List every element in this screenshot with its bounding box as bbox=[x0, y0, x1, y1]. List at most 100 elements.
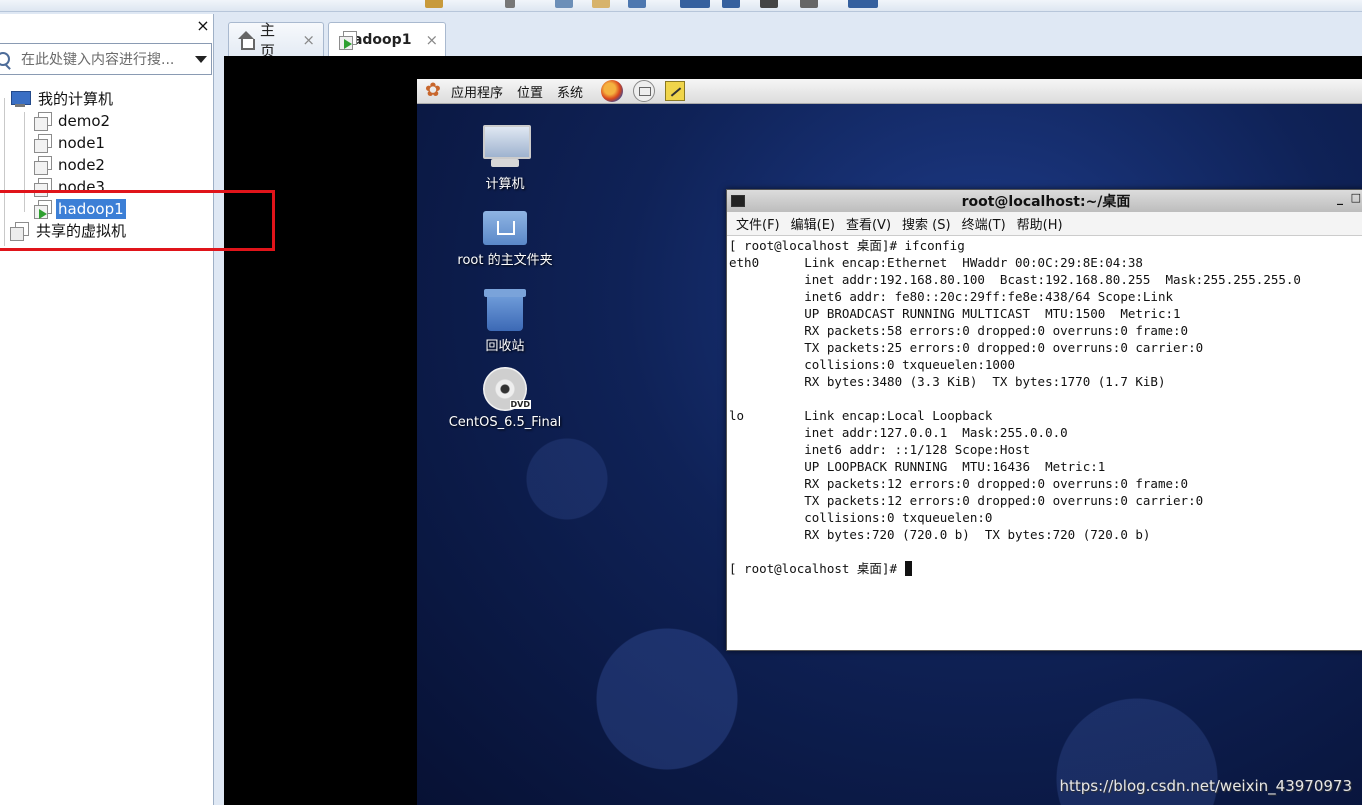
terminal-menu-search[interactable]: 搜索 (S) bbox=[902, 214, 951, 233]
play-icon bbox=[344, 39, 352, 49]
terminal-menubar: 文件(F) 编辑(E) 查看(V) 搜索 (S) 终端(T) 帮助(H) bbox=[727, 212, 1362, 236]
toolbar-icon[interactable] bbox=[760, 0, 778, 8]
tree-item-my-computer[interactable]: 我的计算机 bbox=[10, 88, 115, 110]
toolbar-icon[interactable] bbox=[680, 0, 710, 8]
vm-icon bbox=[32, 111, 52, 131]
terminal-cursor bbox=[904, 561, 912, 576]
terminal-line: inet6 addr: ::1/128 Scope:Host bbox=[729, 442, 1031, 457]
terminal-line: RX packets:12 errors:0 dropped:0 overrun… bbox=[729, 476, 1189, 491]
terminal-icon bbox=[731, 195, 745, 207]
terminal-menu-edit[interactable]: 编辑(E) bbox=[791, 214, 835, 233]
terminal-line: [ root@localhost 桌面]# ifconfig bbox=[729, 238, 965, 253]
terminal-prompt: [ root@localhost 桌面]# bbox=[729, 561, 905, 576]
toolbar-icon[interactable] bbox=[592, 0, 610, 8]
running-vm-icon bbox=[32, 199, 52, 219]
terminal-menu-view[interactable]: 查看(V) bbox=[846, 214, 891, 233]
desktop-icon-home-folder[interactable]: root 的主文件夹 bbox=[445, 207, 565, 268]
trash-icon bbox=[484, 289, 526, 331]
tab-bar: 主页 × hadoop1 × bbox=[224, 14, 1362, 60]
terminal-menu-terminal[interactable]: 终端(T) bbox=[962, 214, 1006, 233]
mail-icon[interactable] bbox=[633, 80, 656, 102]
toolbar-icon[interactable] bbox=[722, 0, 740, 8]
terminal-line: lo Link encap:Local Loopback bbox=[729, 408, 993, 423]
dvd-icon bbox=[483, 367, 531, 411]
terminal-line: collisions:0 txqueuelen:0 bbox=[729, 510, 993, 525]
panel-menu-places[interactable]: 位置 bbox=[517, 82, 543, 101]
toolbar-icon[interactable] bbox=[555, 0, 573, 8]
guest-desktop[interactable]: 应用程序 位置 系统 计算机 root 的主文件夹 回收站 Ce bbox=[417, 79, 1362, 805]
tree-item-label: 共享的虚拟机 bbox=[36, 222, 127, 240]
tree-item-vm-demo2[interactable]: demo2 bbox=[32, 110, 112, 132]
tab-close-icon[interactable]: × bbox=[302, 31, 315, 49]
tree-item-vm-node1[interactable]: node1 bbox=[32, 132, 107, 154]
tab-close-icon[interactable]: × bbox=[425, 31, 438, 49]
tree-item-label: node1 bbox=[58, 134, 105, 152]
home-folder-icon bbox=[483, 207, 527, 245]
gnome-top-panel: 应用程序 位置 系统 bbox=[417, 79, 1362, 104]
terminal-line: collisions:0 txqueuelen:1000 bbox=[729, 357, 1015, 372]
search-dropdown-icon[interactable] bbox=[195, 56, 207, 63]
tree-item-label: demo2 bbox=[58, 112, 111, 130]
toolbar-icon[interactable] bbox=[628, 0, 646, 8]
tree-item-label: hadoop1 bbox=[56, 199, 126, 219]
vm-console[interactable]: 应用程序 位置 系统 计算机 root 的主文件夹 回收站 Ce bbox=[224, 56, 1362, 805]
desktop-icon-trash[interactable]: 回收站 bbox=[445, 289, 565, 354]
library-close-button[interactable]: × bbox=[195, 18, 211, 34]
minimize-icon[interactable]: _ bbox=[1337, 191, 1343, 205]
tree-item-label: node3 bbox=[58, 178, 105, 196]
desktop-icon-computer[interactable]: 计算机 bbox=[445, 125, 565, 192]
library-panel: × 我的计算机 demo2 node1 node2 bbox=[0, 14, 214, 805]
tree-item-vm-hadoop1[interactable]: hadoop1 bbox=[32, 198, 126, 220]
toolbar-icon[interactable] bbox=[505, 0, 515, 8]
vm-icon bbox=[32, 133, 52, 153]
terminal-titlebar[interactable]: root@localhost:~/桌面 _ □ bbox=[727, 190, 1362, 212]
library-search-box bbox=[0, 43, 212, 75]
desktop-icon-dvd[interactable]: CentOS_6.5_Final bbox=[445, 367, 565, 430]
terminal-line: RX packets:58 errors:0 dropped:0 overrun… bbox=[729, 323, 1189, 338]
terminal-menu-file[interactable]: 文件(F) bbox=[736, 214, 780, 233]
terminal-menu-help[interactable]: 帮助(H) bbox=[1017, 214, 1063, 233]
terminal-line: inet addr:127.0.0.1 Mask:255.0.0.0 bbox=[729, 425, 1068, 440]
toolbar-icon[interactable] bbox=[425, 0, 443, 8]
home-icon bbox=[237, 30, 256, 50]
toolbar-icon[interactable] bbox=[800, 0, 818, 8]
terminal-prompt-line[interactable]: [ root@localhost 桌面]# bbox=[729, 560, 1362, 577]
terminal-line: inet6 addr: fe80::20c:29ff:fe8e:438/64 S… bbox=[729, 289, 1174, 304]
tree-guide-line bbox=[24, 112, 25, 212]
desktop-icon-label: 回收站 bbox=[485, 339, 525, 354]
computer-icon bbox=[10, 91, 31, 107]
desktop-icon-label: CentOS_6.5_Final bbox=[448, 415, 562, 430]
toolbar-icon[interactable] bbox=[848, 0, 878, 8]
vm-icon bbox=[32, 155, 52, 175]
panel-menu-applications[interactable]: 应用程序 bbox=[451, 82, 503, 101]
desktop-icon-label: root 的主文件夹 bbox=[457, 253, 553, 268]
notes-icon[interactable] bbox=[665, 81, 686, 101]
search-icon[interactable] bbox=[0, 52, 10, 66]
terminal-line: UP BROADCAST RUNNING MULTICAST MTU:1500 … bbox=[729, 306, 1181, 321]
terminal-line: RX bytes:720 (720.0 b) TX bytes:720 (720… bbox=[729, 527, 1151, 542]
tab-hadoop1[interactable]: hadoop1 × bbox=[328, 22, 446, 57]
shared-vms-icon bbox=[8, 221, 30, 241]
terminal-window[interactable]: root@localhost:~/桌面 _ □ 文件(F) 编辑(E) 查看(V… bbox=[726, 189, 1362, 651]
watermark-text: https://blog.csdn.net/weixin_43970973 bbox=[1059, 777, 1352, 795]
terminal-line: RX bytes:3480 (3.3 KiB) TX bytes:1770 (1… bbox=[729, 374, 1166, 389]
terminal-line: UP LOOPBACK RUNNING MTU:16436 Metric:1 bbox=[729, 459, 1106, 474]
tree-guide-line bbox=[4, 98, 5, 246]
tree-item-shared-vms[interactable]: 共享的虚拟机 bbox=[8, 220, 128, 242]
terminal-line: TX packets:25 errors:0 dropped:0 overrun… bbox=[729, 340, 1204, 355]
tree-item-label: 我的计算机 bbox=[38, 90, 114, 108]
maximize-icon[interactable]: □ bbox=[1351, 191, 1361, 204]
desktop-icon-label: 计算机 bbox=[485, 177, 525, 192]
firefox-icon[interactable] bbox=[601, 80, 624, 102]
tree-item-vm-node3[interactable]: node3 bbox=[32, 176, 107, 198]
terminal-line: eth0 Link encap:Ethernet HWaddr 00:0C:29… bbox=[729, 255, 1143, 270]
library-search-input[interactable] bbox=[21, 50, 187, 70]
terminal-output[interactable]: [ root@localhost 桌面]# ifconfig eth0 Link … bbox=[727, 236, 1362, 577]
terminal-line: TX packets:12 errors:0 dropped:0 overrun… bbox=[729, 493, 1204, 508]
tab-home[interactable]: 主页 × bbox=[228, 21, 324, 60]
panel-menu-system[interactable]: 系统 bbox=[557, 82, 583, 101]
top-toolbar bbox=[0, 0, 1362, 12]
tree-item-vm-node2[interactable]: node2 bbox=[32, 154, 107, 176]
play-icon bbox=[39, 209, 47, 219]
